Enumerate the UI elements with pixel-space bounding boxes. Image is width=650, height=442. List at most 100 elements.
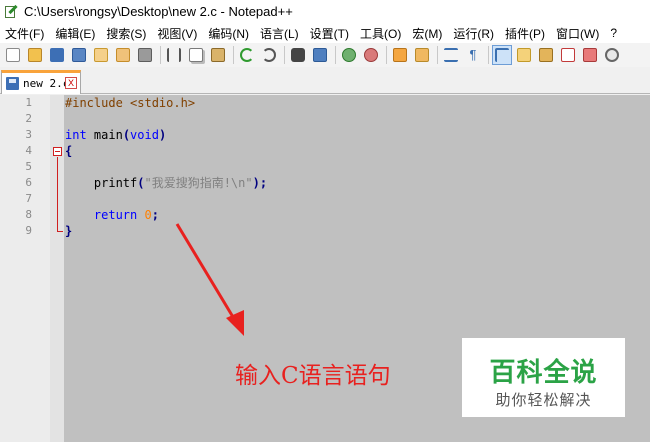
show-all-chars-button[interactable]: ¶ [463,45,483,65]
indent-guide-icon [495,48,509,62]
menu-settings[interactable]: 设置(T) [305,25,355,42]
find-icon [291,48,305,62]
cut-icon [167,48,181,62]
fold-collapse-icon[interactable] [53,147,62,156]
function-list-button[interactable] [558,45,578,65]
word-wrap-icon [444,48,458,62]
sync-horizontal-button[interactable] [412,45,432,65]
new-file-icon [6,48,20,62]
menu-edit[interactable]: 编辑(E) [50,25,101,42]
monitor-button[interactable] [602,45,622,65]
fold-range-end [57,231,63,232]
open-file-button[interactable] [25,45,45,65]
code-token: } [65,224,73,238]
code-line: printf("我爱搜狗指南!\n"); [65,175,267,191]
zoom-in-button[interactable] [339,45,359,65]
saved-state-icon [6,77,19,90]
sync-vertical-icon [393,48,407,62]
line-number: 2 [25,112,32,125]
menu-tools[interactable]: 工具(O) [355,25,407,42]
sync-horizontal-icon [415,48,429,62]
copy-button[interactable] [186,45,206,65]
line-number-gutter: 1 2 3 4 5 6 7 8 9 [0,95,50,442]
line-number: 7 [25,192,32,205]
toolbar-separator [335,46,336,64]
save-all-icon [72,48,86,62]
menu-file[interactable]: 文件(F) [0,25,50,42]
tab-new-2-c[interactable]: new 2.c X [1,70,81,94]
annotation-text: 输入C语言语句 [235,363,391,389]
menu-window[interactable]: 窗口(W) [551,25,605,42]
cut-button[interactable] [164,45,184,65]
menu-language[interactable]: 语言(L) [255,25,305,42]
toolbar-separator [160,46,161,64]
print-button[interactable] [135,45,155,65]
paste-icon [211,48,225,62]
code-line: #include <stdio.h> [65,95,195,111]
menu-help[interactable]: ? [605,26,623,40]
close-all-button[interactable] [113,45,133,65]
find-button[interactable] [288,45,308,65]
menu-bar: 文件(F) 编辑(E) 搜索(S) 视图(V) 编码(N) 语言(L) 设置(T… [0,23,650,43]
zoom-out-icon [364,48,378,62]
toolbar-separator [386,46,387,64]
code-token: ; [151,208,159,222]
line-number: 9 [25,224,32,237]
code-line: return 0; [65,207,159,223]
save-button[interactable] [47,45,67,65]
monitor-icon [605,48,619,62]
menu-view[interactable]: 视图(V) [152,25,203,42]
line-number: 8 [25,208,32,221]
line-number: 1 [25,96,32,109]
copy-icon [189,48,203,62]
word-wrap-button[interactable] [441,45,461,65]
title-bar: C:\Users\rongsy\Desktop\new 2.c - Notepa… [0,0,650,23]
close-icon [94,48,108,62]
replace-button[interactable] [310,45,330,65]
menu-encoding[interactable]: 编码(N) [203,25,255,42]
doc-map-button[interactable] [536,45,556,65]
watermark-title: 百科全说 [489,358,598,388]
code-token: ); [252,176,268,190]
code-token: printf [65,176,138,190]
toolbar-separator [284,46,285,64]
folder-workspace-button[interactable] [580,45,600,65]
new-file-button[interactable] [3,45,23,65]
function-list-icon [561,48,575,62]
save-all-button[interactable] [69,45,89,65]
menu-run[interactable]: 运行(R) [448,25,500,42]
user-lang-icon [517,48,531,62]
code-token: "我爱搜狗指南!\n" [144,176,253,190]
undo-button[interactable] [237,45,257,65]
code-token: ( [122,128,131,142]
print-icon [138,48,152,62]
menu-plugins[interactable]: 插件(P) [500,25,551,42]
code-token: void [130,128,159,142]
toolbar-separator [233,46,234,64]
sync-vertical-button[interactable] [390,45,410,65]
indent-guide-button[interactable] [492,45,512,65]
redo-button[interactable] [259,45,279,65]
zoom-in-icon [342,48,356,62]
close-button[interactable] [91,45,111,65]
open-file-icon [28,48,42,62]
save-icon [50,48,64,62]
tab-close-icon[interactable]: X [65,77,77,89]
paste-button[interactable] [208,45,228,65]
zoom-out-button[interactable] [361,45,381,65]
menu-search[interactable]: 搜索(S) [101,25,152,42]
toolbar-separator [488,46,489,64]
notepad-plus-plus-icon [4,4,18,19]
show-all-chars-icon: ¶ [469,47,477,62]
toolbar-separator [437,46,438,64]
menu-macro[interactable]: 宏(M) [407,25,448,42]
close-all-icon [116,48,130,62]
window-title: C:\Users\rongsy\Desktop\new 2.c - Notepa… [24,4,293,19]
code-line: } [65,223,72,239]
code-token: #include <stdio.h> [65,96,196,110]
line-number: 4 [25,144,32,157]
fold-range-line [57,157,58,231]
user-lang-button[interactable] [514,45,534,65]
folder-workspace-icon [583,48,597,62]
toolbar: ¶ [0,43,650,67]
